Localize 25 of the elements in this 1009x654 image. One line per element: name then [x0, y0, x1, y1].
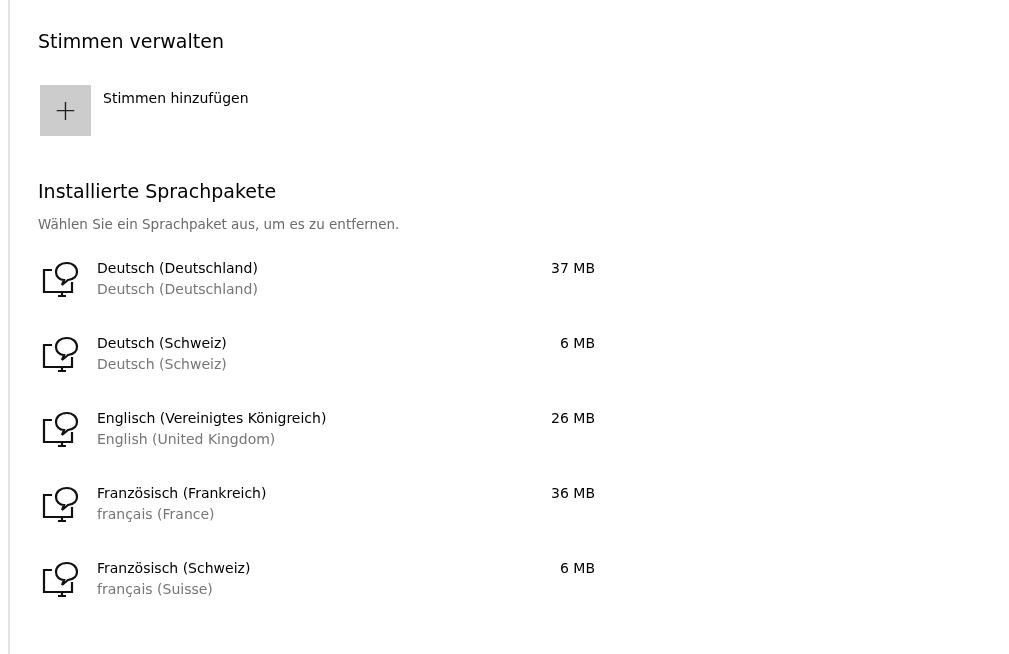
native-language-name: Deutsch (Schweiz) [97, 355, 228, 374]
native-language-name: français (Suisse) [97, 580, 214, 599]
package-size: 6 MB [559, 334, 595, 353]
speech-monitor-icon [40, 410, 80, 450]
package-size: 36 MB [551, 484, 595, 503]
language-name[interactable]: Deutsch (Schweiz) [97, 333, 560, 354]
speech-monitor-icon [40, 485, 80, 525]
speech-monitor-icon [40, 560, 80, 600]
section-heading: Installierte Sprachpakete [38, 180, 278, 202]
native-language-name: Deutsch (Deutschland) [97, 280, 259, 299]
package-size: 37 MB [551, 259, 595, 278]
section-heading: Stimmen verwalten [38, 30, 225, 52]
add-voices-button[interactable]: + [40, 85, 91, 136]
package-size: 6 MB [559, 559, 595, 578]
speech-monitor-icon [40, 260, 80, 300]
section-description: Wählen Sie ein Sprachpaket aus, um es zu entfernen. [38, 216, 401, 232]
package-size: 26 MB [551, 409, 595, 428]
native-language-name: English (United Kingdom) [97, 430, 277, 449]
language-name[interactable]: Englisch (Vereinigtes Königreich) [97, 408, 552, 429]
language-name[interactable]: Französisch (Schweiz) [97, 558, 560, 579]
language-name[interactable]: Französisch (Frankreich) [97, 483, 552, 504]
native-language-name: français (France) [97, 505, 216, 524]
add-voices-label[interactable]: Stimmen hinzufügen [103, 90, 249, 106]
speech-monitor-icon [40, 335, 80, 375]
language-name[interactable]: Deutsch (Deutschland) [97, 258, 552, 279]
